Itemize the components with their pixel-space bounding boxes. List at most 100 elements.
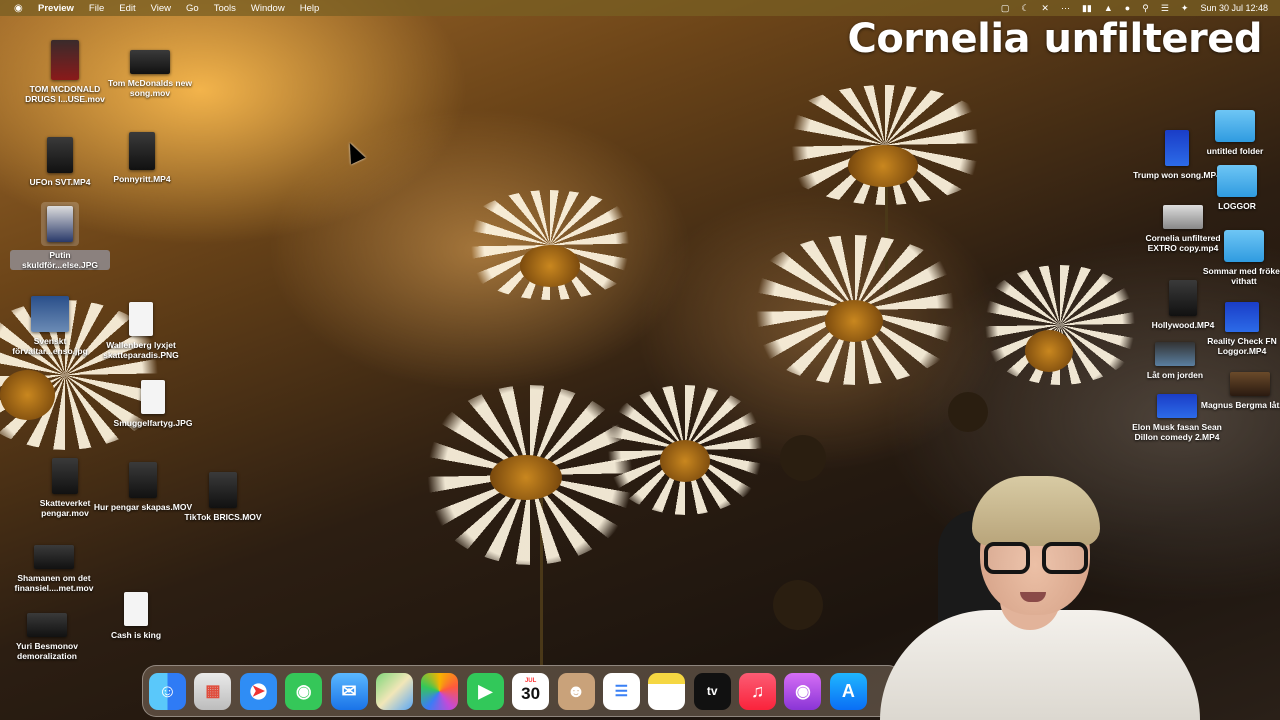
- menu-window[interactable]: Window: [251, 3, 285, 14]
- desktop-file-icon[interactable]: Svenskt förvaltar...enso.jpg: [0, 296, 100, 356]
- desktop-file-label: Shamanen om det finansiel....met.mov: [14, 573, 94, 594]
- daisy-center: [0, 370, 55, 420]
- video-thumbnail-icon: [129, 132, 155, 170]
- menu-help[interactable]: Help: [300, 3, 320, 14]
- video-thumbnail-icon: [1225, 302, 1259, 332]
- desktop-folder-icon[interactable]: untitled folder: [1185, 110, 1280, 156]
- mouse-cursor-icon: [342, 139, 366, 165]
- desktop-file-label: Svenskt förvaltar...enso.jpg: [12, 336, 88, 357]
- video-thumbnail-icon: [52, 458, 78, 494]
- image-thumbnail-icon: [31, 296, 69, 332]
- daisy-center: [660, 440, 710, 482]
- reminders-icon[interactable]: ☰: [602, 672, 640, 710]
- daisy-bud: [773, 580, 823, 630]
- desktop-file-label: Wallenberg lyxjet skatteparadis.PNG: [103, 340, 179, 361]
- menu-edit[interactable]: Edit: [119, 3, 135, 14]
- menu-go[interactable]: Go: [186, 3, 199, 14]
- menu-app-name[interactable]: Preview: [38, 3, 74, 14]
- daisy-center: [825, 300, 883, 342]
- selection-highlight: [41, 202, 79, 246]
- folder-icon: [1224, 230, 1264, 262]
- wifi-icon[interactable]: ▲: [1104, 3, 1113, 13]
- messages-icon[interactable]: ◉: [285, 672, 323, 710]
- glasses: [984, 542, 1088, 576]
- desktop-file-icon[interactable]: Wallenberg lyxjet skatteparadis.PNG: [91, 302, 191, 360]
- music-icon[interactable]: ♫: [739, 672, 777, 710]
- folder-icon: [1217, 165, 1257, 197]
- video-thumbnail-icon: [1157, 394, 1197, 418]
- video-thumbnail-icon: [27, 613, 67, 637]
- desktop-file-label: Tom McDonalds new song.mov: [108, 78, 192, 99]
- video-thumbnail-icon: [47, 137, 73, 173]
- desktop-file-icon-selected[interactable]: Putin skuldför...else.JPG: [10, 202, 110, 271]
- facetime-icon[interactable]: ▶: [466, 672, 504, 710]
- menu-view[interactable]: View: [151, 3, 171, 14]
- desktop-file-label: Putin skuldför...else.JPG: [10, 250, 110, 271]
- desktop-file-label: Låt om jorden: [1146, 370, 1204, 380]
- finder-icon[interactable]: ☺: [149, 672, 186, 710]
- desktop-file-label: Ponnyritt.MP4: [113, 174, 171, 184]
- apple-tv-icon[interactable]: tv: [693, 672, 731, 710]
- desktop-file-icon[interactable]: Yuri Besmonov demoralization: [0, 613, 97, 661]
- calendar-icon[interactable]: JUL 30: [512, 672, 550, 710]
- ellipsis-icon[interactable]: ⋯: [1061, 3, 1070, 14]
- video-thumbnail-icon: [1230, 372, 1270, 396]
- photos-icon[interactable]: [421, 672, 459, 710]
- webcam-overlay: [860, 470, 1210, 720]
- screen-mirror-icon[interactable]: ▢: [1001, 3, 1010, 14]
- video-thumbnail-icon: [51, 40, 79, 80]
- desktop-file-icon[interactable]: Elon Musk fasan Sean Dillon comedy 2.MP4: [1127, 394, 1227, 442]
- spotlight-search-icon[interactable]: ⚲: [1142, 3, 1149, 14]
- safari-icon[interactable]: ➤: [239, 672, 277, 710]
- launchpad-icon[interactable]: ▦: [194, 672, 232, 710]
- maps-icon[interactable]: [375, 672, 413, 710]
- desktop-file-label: UFOn SVT.MP4: [29, 177, 91, 187]
- folder-icon: [1215, 110, 1255, 142]
- contacts-icon[interactable]: ☻: [557, 672, 595, 710]
- video-overlay-title: Cornelia unfiltered: [847, 16, 1262, 62]
- desktop-file-label: TikTok BRICS.MOV: [184, 512, 262, 522]
- desktop-file-label: Yuri Besmonov demoralization: [16, 641, 78, 662]
- desktop-file-label: Elon Musk fasan Sean Dillon comedy 2.MP4: [1132, 422, 1222, 443]
- menu-bar: ◉ Preview File Edit View Go Tools Window…: [0, 0, 1280, 16]
- daisy-center: [490, 455, 562, 500]
- desktop-file-label: Cash is king: [110, 630, 162, 640]
- video-thumbnail-icon: [34, 545, 74, 569]
- daisy-center: [1025, 330, 1073, 372]
- control-center-icon[interactable]: ☰: [1161, 3, 1169, 14]
- desktop-file-icon[interactable]: Ponnyritt.MP4: [92, 132, 192, 184]
- menu-file[interactable]: File: [89, 3, 104, 14]
- desktop-folder-label: untitled folder: [1206, 146, 1264, 156]
- podcasts-icon[interactable]: ◉: [784, 672, 822, 710]
- menu-clock[interactable]: Sun 30 Jul 12:48: [1200, 3, 1268, 13]
- desktop-file-icon[interactable]: TikTok BRICS.MOV: [173, 472, 273, 522]
- daisy-bud: [780, 435, 826, 481]
- presenter-hair: [972, 476, 1100, 546]
- desktop-file-icon[interactable]: Tom McDonalds new song.mov: [100, 50, 200, 98]
- calendar-day: 30: [521, 684, 541, 703]
- status-area: ▢ ☾ ✕ ⋯ ▮▮ ▲ ● ⚲ ☰ ✦ Sun 30 Jul 12:48: [989, 0, 1268, 16]
- video-thumbnail-icon: [130, 50, 170, 74]
- notes-icon[interactable]: [648, 672, 686, 710]
- menu-tools[interactable]: Tools: [214, 3, 236, 14]
- user-icon[interactable]: ●: [1125, 3, 1130, 13]
- desktop-folder-icon[interactable]: Sommar med fröken vithatt: [1194, 230, 1280, 286]
- tv-label: tv: [706, 684, 718, 698]
- desktop-file-icon[interactable]: Cash is king: [86, 592, 186, 640]
- video-thumbnail-icon: [129, 462, 157, 498]
- battery-icon[interactable]: ▮▮: [1082, 3, 1092, 14]
- video-thumbnail-icon: [1163, 205, 1203, 229]
- mic-off-icon[interactable]: ✕: [1041, 3, 1049, 14]
- video-thumbnail-icon: [209, 472, 237, 508]
- dock: ☺ ▦ ➤ ◉ ✉ ▶ JUL 30 ☻ ☰ tv ♫ ◉ A: [142, 665, 902, 717]
- focus-moon-icon[interactable]: ☾: [1021, 3, 1029, 14]
- apple-menu-icon[interactable]: ◉: [14, 3, 24, 14]
- image-thumbnail-icon: [47, 206, 73, 242]
- siri-icon[interactable]: ✦: [1181, 3, 1189, 14]
- desktop-file-icon[interactable]: Shamanen om det finansiel....met.mov: [4, 545, 104, 593]
- desktop-file-icon[interactable]: Smuggelfartyg.JPG: [103, 380, 203, 428]
- document-thumbnail-icon: [124, 592, 148, 626]
- video-thumbnail-icon: [1155, 342, 1195, 366]
- mail-icon[interactable]: ✉: [330, 672, 368, 710]
- document-thumbnail-icon: [129, 302, 153, 336]
